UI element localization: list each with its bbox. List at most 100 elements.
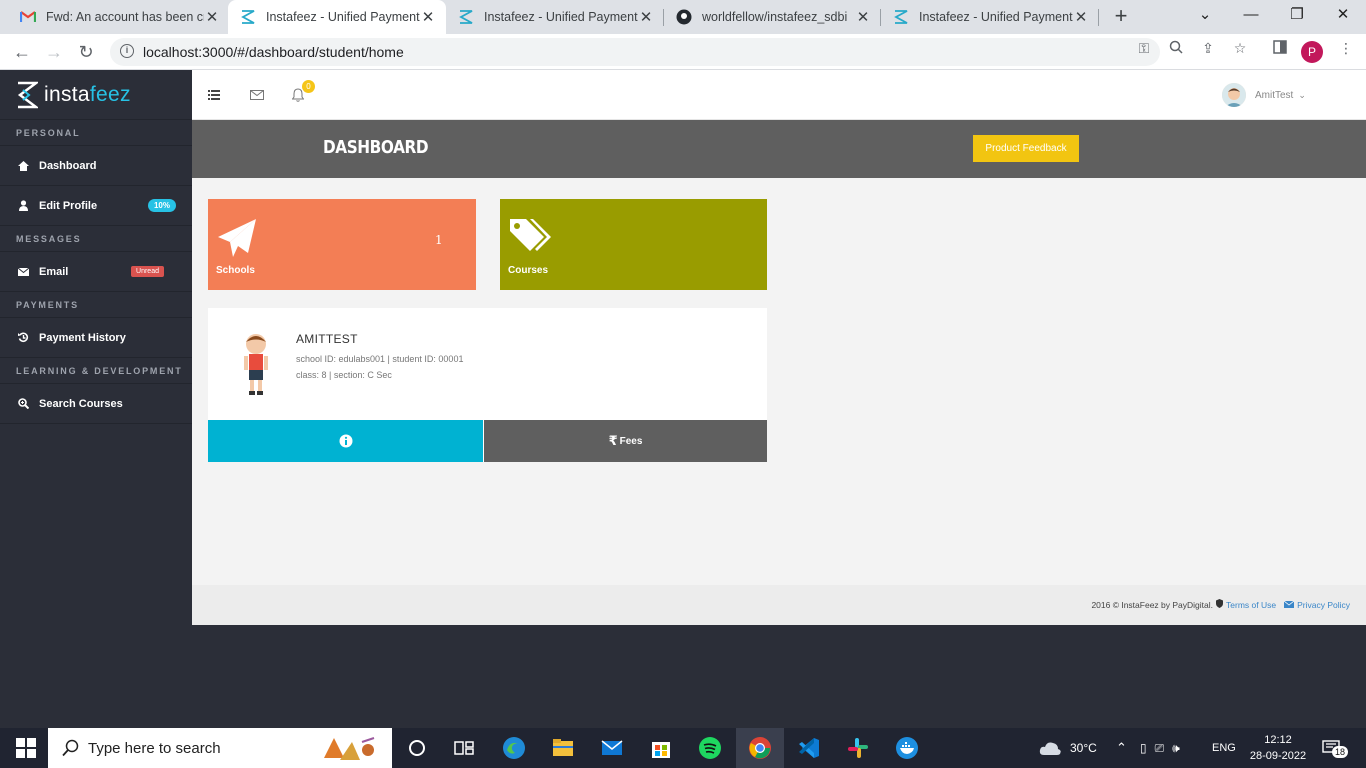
notification-center[interactable]: 18 xyxy=(1322,728,1349,768)
paper-plane-icon xyxy=(216,217,258,264)
history-icon xyxy=(17,332,29,344)
avatar xyxy=(1222,83,1246,107)
task-view-icon[interactable] xyxy=(452,736,476,760)
share-icon[interactable]: ⇪ xyxy=(1198,40,1218,60)
address-bar[interactable]: i localhost:3000/#/dashboard/student/hom… xyxy=(110,38,1160,66)
weather-temp: 30°C xyxy=(1070,741,1097,755)
envelope-icon xyxy=(17,266,29,278)
edge-icon[interactable] xyxy=(502,736,526,760)
mail-icon[interactable] xyxy=(600,736,624,760)
instafeez-icon xyxy=(893,9,909,25)
menu-dots-icon[interactable]: ⋮ xyxy=(1336,40,1356,60)
student-avatar xyxy=(242,332,270,396)
menu-list-icon[interactable] xyxy=(206,87,222,103)
sidebar-item-search-courses[interactable]: Search Courses xyxy=(0,384,192,424)
weather-widget[interactable]: 30°C xyxy=(1038,728,1097,768)
cloud-icon xyxy=(1039,742,1061,755)
restore-button[interactable]: ❐ xyxy=(1274,0,1320,30)
taskbar-search-box[interactable]: Type here to search xyxy=(48,728,392,768)
privacy-link[interactable]: Privacy Policy xyxy=(1297,600,1350,610)
vscode-icon[interactable] xyxy=(797,736,821,760)
github-icon xyxy=(676,9,692,25)
zoom-icon[interactable] xyxy=(1166,40,1186,60)
section-heading-payments: PAYMENTS xyxy=(0,292,192,318)
section-heading-messages: MESSAGES xyxy=(0,226,192,252)
tab-title: worldfellow/instafeez_sdbi xyxy=(702,10,848,24)
info-button[interactable] xyxy=(208,420,483,462)
browser-tab[interactable]: worldfellow/instafeez_sdbi ✕ xyxy=(664,0,881,34)
windows-start-icon[interactable] xyxy=(14,736,38,760)
app-header: 0 AmitTest ⌄ xyxy=(192,70,1366,120)
fees-button[interactable]: ₹ Fees xyxy=(484,420,767,462)
file-explorer-icon[interactable] xyxy=(551,736,575,760)
sidebar-item-payment-history[interactable]: Payment History xyxy=(0,318,192,358)
docker-icon[interactable] xyxy=(895,736,919,760)
product-feedback-button[interactable]: Product Feedback xyxy=(973,135,1079,162)
sidebar-item-edit-profile[interactable]: Edit Profile 10% xyxy=(0,186,192,226)
autumn-leaves-icon xyxy=(320,732,380,768)
close-icon[interactable]: ✕ xyxy=(638,8,654,26)
sidebar-item-dashboard[interactable]: Dashboard xyxy=(0,146,192,186)
clock[interactable]: 12:12 28-09-2022 xyxy=(1248,732,1308,764)
user-menu[interactable]: AmitTest ⌄ xyxy=(1222,83,1306,107)
network-icon[interactable]: ⎚ xyxy=(1155,741,1165,756)
tab-search-chevron-icon[interactable]: ⌄ xyxy=(1182,0,1228,30)
volume-icon[interactable]: 🕪 xyxy=(1172,741,1180,756)
page-title: DASHBOARD xyxy=(323,137,429,158)
courses-tile[interactable]: Courses xyxy=(500,199,767,290)
slack-icon[interactable] xyxy=(846,736,870,760)
site-info-icon[interactable]: i xyxy=(120,44,134,58)
gmail-icon xyxy=(20,9,36,25)
tab-title: Instafeez - Unified Payments xyxy=(919,10,1073,24)
tags-icon xyxy=(508,217,552,260)
student-ids: school ID: edulabs001 | student ID: 0000… xyxy=(296,354,464,364)
sidebar-item-label: Search Courses xyxy=(39,397,123,410)
browser-tab[interactable]: Instafeez - Unified Payments ✕ xyxy=(228,0,446,34)
browser-tab[interactable]: Instafeez - Unified Payments ✕ xyxy=(881,0,1099,34)
schools-tile[interactable]: 1 Schools xyxy=(208,199,476,290)
spotify-icon[interactable] xyxy=(698,736,722,760)
close-icon[interactable]: ✕ xyxy=(420,8,436,26)
sidebar-item-email[interactable]: Email Unread xyxy=(0,252,192,292)
cortana-icon[interactable] xyxy=(405,736,429,760)
profile-avatar[interactable]: P xyxy=(1301,41,1323,63)
footer: 2016 © InstaFeez by PayDigital. Terms of… xyxy=(192,585,1366,625)
unread-badge: Unread xyxy=(131,266,164,277)
back-arrow-icon[interactable]: ← xyxy=(10,40,34,64)
close-window-button[interactable]: ✕ xyxy=(1320,0,1366,30)
language-indicator[interactable]: ENG xyxy=(1212,728,1236,768)
browser-tab-strip: Fwd: An account has been cr ✕ Instafeez … xyxy=(0,0,1366,34)
reload-icon[interactable]: ↻ xyxy=(74,40,98,64)
close-icon[interactable]: ✕ xyxy=(204,8,220,26)
footer-text: 2016 © InstaFeez by PayDigital. Terms of… xyxy=(1091,599,1350,610)
store-icon[interactable] xyxy=(649,736,673,760)
battery-icon[interactable]: ▯ xyxy=(1140,741,1147,755)
chevron-down-icon: ⌄ xyxy=(1298,89,1306,100)
close-icon[interactable]: ✕ xyxy=(855,8,871,26)
key-icon[interactable]: ⚿ xyxy=(1134,40,1154,60)
forward-arrow-icon[interactable]: → xyxy=(42,40,66,64)
sidebar-item-label: Payment History xyxy=(39,331,126,344)
browser-tab[interactable]: Fwd: An account has been cr ✕ xyxy=(8,0,230,34)
taskbar: Type here to search 30°C ⌃ ▯ ⎚ 🕪 ENG 12:… xyxy=(0,728,1366,768)
terms-link[interactable]: Terms of Use xyxy=(1226,600,1276,610)
student-profile-card: AMITTEST school ID: edulabs001 | student… xyxy=(208,308,767,462)
profile-completion-badge: 10% xyxy=(147,199,176,212)
notification-count-badge: 0 xyxy=(302,80,315,93)
new-tab-button[interactable]: + xyxy=(1110,4,1132,28)
envelope-icon[interactable] xyxy=(249,87,265,103)
envelope-icon xyxy=(1283,600,1295,610)
search-icon xyxy=(62,739,79,757)
chrome-icon[interactable] xyxy=(748,736,772,760)
side-panel-icon[interactable] xyxy=(1270,40,1290,60)
show-hidden-icons-chevron-icon[interactable]: ⌃ xyxy=(1116,728,1127,768)
tile-label: Courses xyxy=(508,265,549,276)
close-icon[interactable]: ✕ xyxy=(1073,8,1089,26)
bookmark-star-icon[interactable]: ☆ xyxy=(1230,40,1250,60)
brand-name: instafeez xyxy=(44,82,131,106)
brand-logo[interactable]: instafeez xyxy=(0,70,192,120)
minimize-button[interactable]: — xyxy=(1228,0,1274,30)
home-icon xyxy=(17,160,29,172)
fees-label: Fees xyxy=(619,435,643,447)
browser-tab[interactable]: Instafeez - Unified Payments ✕ xyxy=(446,0,664,34)
